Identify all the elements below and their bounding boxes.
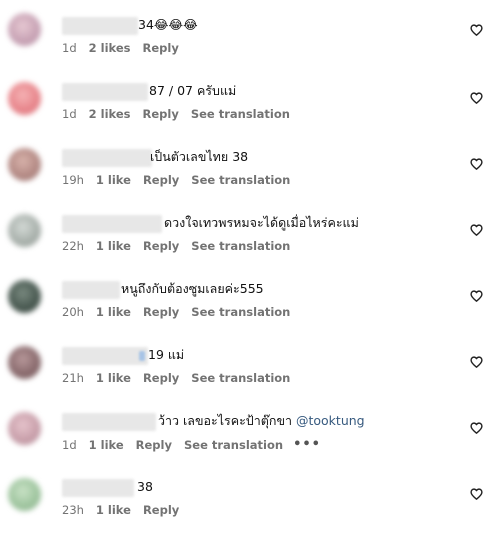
heart-outline-icon[interactable] (470, 422, 483, 434)
avatar[interactable] (8, 148, 41, 181)
see-translation-link[interactable]: See translation (191, 371, 290, 385)
avatar[interactable] (8, 82, 41, 115)
comment-item: 19 แม่ 21h 1 like Reply See translation (0, 342, 493, 408)
comment-text-body: ดวงใจเทวพรหมจะได้ดูเมื่อไหร่คะแม่ (164, 215, 359, 230)
avatar[interactable] (8, 280, 41, 313)
comment-text-body: เป็นตัวเลขไทย 38 (150, 149, 249, 164)
reply-button[interactable]: Reply (136, 438, 172, 452)
reply-button[interactable]: Reply (143, 503, 179, 517)
comment-text: เป็นตัวเลขไทย 38 (150, 149, 248, 165)
comment-time: 22h (62, 239, 84, 253)
comment-time: 23h (62, 503, 84, 517)
comment-meta: 21h 1 like Reply See translation (62, 371, 300, 385)
comment-text: 38 (137, 479, 153, 495)
comment-meta: 1d 2 likes Reply See translation (62, 107, 300, 121)
likes-count[interactable]: 2 likes (89, 107, 131, 121)
comment-time: 19h (62, 173, 84, 187)
see-translation-link[interactable]: See translation (191, 305, 290, 319)
reply-button[interactable]: Reply (143, 107, 179, 121)
see-translation-link[interactable]: See translation (191, 239, 290, 253)
heart-outline-icon[interactable] (470, 224, 483, 236)
comment-meta: 23h 1 like Reply (62, 503, 191, 517)
comment-meta: 1d 2 likes Reply (62, 41, 191, 55)
reply-button[interactable]: Reply (143, 305, 179, 319)
comment-text-body: 38 (137, 479, 153, 494)
username[interactable] (62, 479, 134, 497)
comment-text: 34😂😂😂 (138, 17, 198, 33)
comment-meta: 20h 1 like Reply See translation (62, 305, 300, 319)
avatar[interactable] (8, 13, 41, 46)
comment-text-body: 87 / 07 ครับแม่ (149, 83, 237, 98)
heart-outline-icon[interactable] (470, 92, 483, 104)
comment-text-body: 34😂😂😂 (138, 17, 198, 32)
reply-button[interactable]: Reply (143, 41, 179, 55)
heart-outline-icon[interactable] (470, 24, 483, 36)
comment-time: 1d (62, 41, 77, 55)
comment-text: 19 แม่ (148, 347, 184, 363)
username[interactable] (62, 215, 162, 233)
comments-list: 34😂😂😂 1d 2 likes Reply 87 / 07 ครับแม่ 1… (0, 0, 493, 527)
username[interactable] (62, 17, 138, 35)
username[interactable] (62, 413, 156, 431)
comment-meta: 22h 1 like Reply See translation (62, 239, 300, 253)
likes-count[interactable]: 2 likes (89, 41, 131, 55)
avatar[interactable] (8, 214, 41, 247)
comment-text: ดวงใจเทวพรหมจะได้ดูเมื่อไหร่คะแม่ (164, 215, 359, 231)
heart-outline-icon[interactable] (470, 290, 483, 302)
comment-item: หนูถึงกับต้องซูมเลยค่ะ555 20h 1 like Rep… (0, 276, 493, 342)
comment-time: 21h (62, 371, 84, 385)
comment-time: 20h (62, 305, 84, 319)
likes-count[interactable]: 1 like (96, 305, 131, 319)
comment-item: 38 23h 1 like Reply (0, 474, 493, 540)
heart-outline-icon[interactable] (470, 158, 483, 170)
comment-text: หนูถึงกับต้องซูมเลยค่ะ555 (121, 281, 264, 297)
comment-meta: 1d 1 like Reply See translation ••• (62, 437, 321, 452)
avatar[interactable] (8, 412, 41, 445)
avatar[interactable] (8, 346, 41, 379)
comment-time: 1d (62, 437, 77, 452)
likes-count[interactable]: 1 like (96, 173, 131, 187)
heart-outline-icon[interactable] (470, 356, 483, 368)
likes-count[interactable]: 1 like (96, 371, 131, 385)
mention-link[interactable]: @tooktung (296, 413, 365, 428)
verified-badge (139, 351, 145, 361)
comment-text-body: 19 แม่ (148, 347, 185, 362)
likes-count[interactable]: 1 like (96, 239, 131, 253)
comment-meta: 19h 1 like Reply See translation (62, 173, 300, 187)
username[interactable] (62, 83, 148, 101)
see-translation-link[interactable]: See translation (191, 173, 290, 187)
username[interactable] (62, 281, 120, 299)
comment-text-body: หนูถึงกับต้องซูมเลยค่ะ555 (121, 281, 264, 296)
comment-item: ดวงใจเทวพรหมจะได้ดูเมื่อไหร่คะแม่ 22h 1 … (0, 210, 493, 276)
avatar[interactable] (8, 478, 41, 511)
username[interactable] (62, 347, 148, 365)
reply-button[interactable]: Reply (143, 239, 179, 253)
comment-text-body: ว้าว เลขอะไรคะป้าตุ๊กขา (158, 413, 296, 428)
comment-item: 87 / 07 ครับแม่ 1d 2 likes Reply See tra… (0, 78, 493, 144)
comment-item: 34😂😂😂 1d 2 likes Reply (0, 12, 493, 78)
see-translation-link[interactable]: See translation (184, 438, 283, 452)
comment-item: เป็นตัวเลขไทย 38 19h 1 like Reply See tr… (0, 144, 493, 210)
see-translation-link[interactable]: See translation (191, 107, 290, 121)
username[interactable] (62, 149, 152, 167)
likes-count[interactable]: 1 like (89, 438, 124, 452)
reply-button[interactable]: Reply (143, 173, 179, 187)
reply-button[interactable]: Reply (143, 371, 179, 385)
heart-outline-icon[interactable] (470, 488, 483, 500)
comment-item: ว้าว เลขอะไรคะป้าตุ๊กขา @tooktung 1d 1 l… (0, 408, 493, 474)
comment-time: 1d (62, 107, 77, 121)
comment-text: ว้าว เลขอะไรคะป้าตุ๊กขา @tooktung (158, 413, 365, 429)
more-horizontal-icon[interactable]: ••• (293, 437, 321, 452)
likes-count[interactable]: 1 like (96, 503, 131, 517)
comment-text: 87 / 07 ครับแม่ (149, 83, 236, 99)
